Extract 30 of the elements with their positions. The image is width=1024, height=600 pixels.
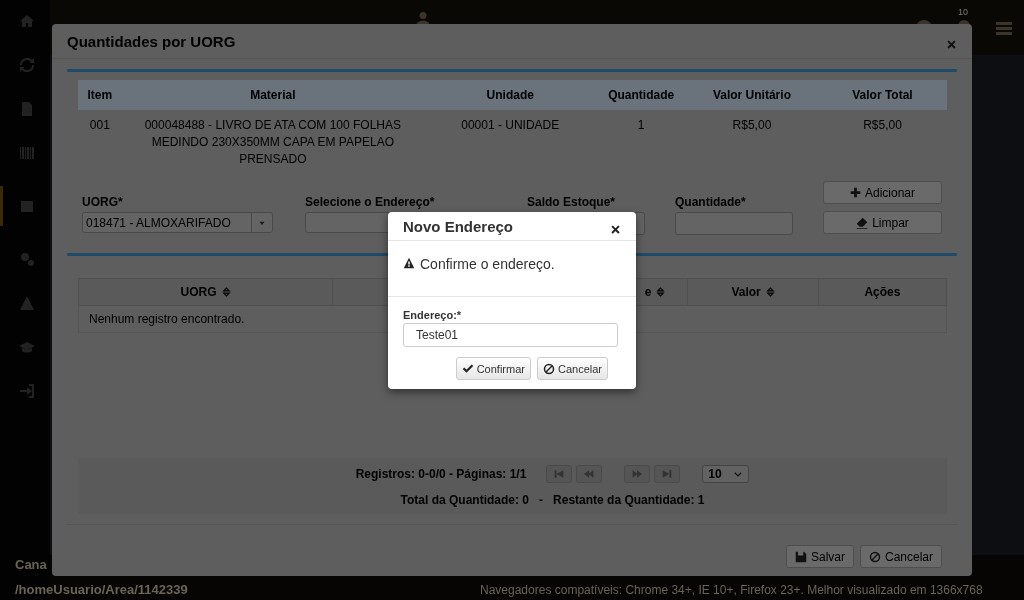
table-cell: R$5,00 <box>685 110 818 168</box>
field-label: Saldo Estoque* <box>527 195 616 209</box>
field-label: Quantidade* <box>675 195 747 209</box>
footer-text: Cana <box>15 557 47 572</box>
field-label: Selecione o Endereço* <box>305 195 436 209</box>
column-header: Valor Unitário <box>685 80 818 110</box>
notification-count: 10 <box>958 7 968 17</box>
column-header: Quantidade <box>596 80 686 110</box>
footer-path: /homeUsuario/Area/1142339 <box>15 582 188 597</box>
table-cell: 00001 - UNIDADE <box>424 110 597 168</box>
dialog-title: Novo Endereço <box>403 217 514 235</box>
footer-text: Navegadores compatíveis: Chrome 34+, IE 10+, Firefox 23+. Melhor visualizado em 1366x768 <box>480 583 983 597</box>
empty-message: Nenhum registro encontrado. <box>89 312 245 326</box>
field-label: UORG* <box>82 195 124 209</box>
table-cell: 1 <box>596 110 686 168</box>
table-cell: 001 <box>78 110 122 168</box>
column-header: Ações <box>864 285 901 299</box>
field-label: Endereço:* <box>403 309 463 321</box>
column-header: Valor Total <box>818 80 947 110</box>
remaining-quantity: Restante da Quantidade: 1 <box>553 493 705 507</box>
table-cell: 000048488 - LIVRO DE ATA COM 100 FOLHAS MEDINDO 230X350MM CAPA EM PAPELAO PRENSADO <box>121 110 425 168</box>
dialog-message: Confirme o endereço. <box>420 256 555 272</box>
column-header: Item <box>78 80 122 110</box>
column-header: Material <box>121 80 425 110</box>
table-cell: R$5,00 <box>818 110 947 168</box>
separator-text: - <box>539 493 544 507</box>
total-quantity: Total da Quantidade: 0 <box>400 493 530 507</box>
pager-summary: Registros: 0-0/0 - Páginas: 1/1 <box>355 467 527 481</box>
column-header: Unidade <box>424 80 597 110</box>
modal-title: Quantidades por UORG <box>67 32 236 50</box>
